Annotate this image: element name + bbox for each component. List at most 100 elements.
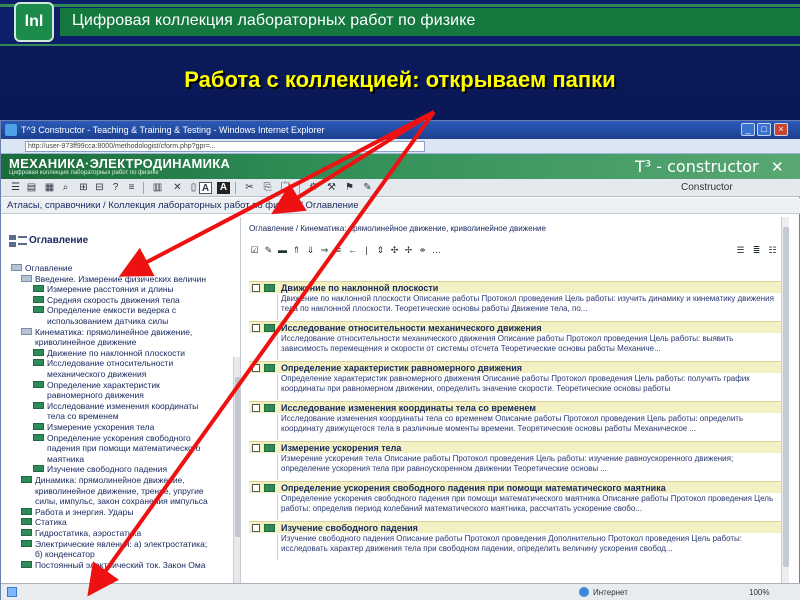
tool-icon-b[interactable]: ⚒ <box>325 182 338 194</box>
toc-item[interactable]: Исследование относительности <box>33 358 173 368</box>
expand-icon[interactable]: ⊞ <box>77 182 90 194</box>
table-icon[interactable]: ▥ <box>151 182 164 194</box>
list-icon[interactable]: ≣ <box>751 245 762 256</box>
app-toolbar: ☰ ▤ ▦ ⌕ ⊞ ⊟ ? ≡ ▥ ✕ ▯ A A ✂ ⎘ 📋 ⚙ ⚒ ⚑ ✎ … <box>1 179 800 197</box>
list-item: Исследование относительности механическо… <box>249 321 781 361</box>
toc-item[interactable]: Движение по наклонной плоскости <box>33 348 185 358</box>
toc-label: падения при помощи математического <box>47 443 201 454</box>
list-dense-icon[interactable]: ☰ <box>735 245 746 256</box>
address-input[interactable]: http://user-973ff99cca:8000/methodologis… <box>25 141 425 152</box>
list-item-title[interactable]: Исследование изменения координаты тела с… <box>281 403 536 413</box>
item-checkbox[interactable] <box>252 404 260 412</box>
item-checkbox[interactable] <box>252 284 260 292</box>
move-down-icon[interactable]: ⇓ <box>305 245 316 256</box>
tree-view-icon[interactable]: ▤ <box>25 182 38 194</box>
toc-item[interactable]: Измерение расстояния и длины <box>33 284 174 294</box>
list-item-title[interactable]: Исследование относительности механическо… <box>281 323 542 333</box>
document-icon <box>21 507 32 515</box>
app-logo: МЕХАНИКА·ЭЛЕКТРОДИНАМИКА <box>9 156 231 171</box>
item-checkbox[interactable] <box>252 324 260 332</box>
outline-icon[interactable]: ≡ <box>125 182 138 194</box>
toc-folder[interactable]: Кинематика: прямолинейное движение, <box>21 327 192 337</box>
item-divider <box>277 334 278 360</box>
list-item-title[interactable]: Определение ускорения свободного падения… <box>281 483 666 493</box>
toc-item[interactable]: Изучение свободного падения <box>33 464 167 474</box>
tool-icon-a[interactable]: ⚙ <box>307 182 320 194</box>
toc-item[interactable]: Измерение ускорения тела <box>33 422 154 432</box>
toc-item: механического движения <box>47 369 146 379</box>
toc-item[interactable]: Постоянный электрический ток. Закон Ома <box>21 560 205 570</box>
delete-icon[interactable]: ✕ <box>171 182 184 194</box>
list-view-icon[interactable]: ☰ <box>9 182 22 194</box>
toc-item[interactable]: Статика <box>21 517 67 527</box>
document-icon <box>33 306 44 314</box>
move-up-icon[interactable]: ⇑ <box>291 245 302 256</box>
item-divider <box>277 454 278 480</box>
breadcrumb: Атласы, справочники / Коллекция лаборато… <box>1 198 800 214</box>
toc-item[interactable]: Динамика: прямолинейное движение, <box>21 475 185 485</box>
outdent-icon[interactable]: ← <box>347 245 358 256</box>
expand-all-icon[interactable]: ⇕ <box>375 245 386 256</box>
tools-icon[interactable]: ✕ <box>771 158 784 176</box>
minimize-button[interactable]: _ <box>741 123 755 136</box>
toc-scrollbar[interactable] <box>233 357 240 587</box>
toc-label: Измерение ускорения тела <box>47 422 155 432</box>
toc-item[interactable]: Определение характеристик <box>33 380 160 390</box>
search-icon[interactable]: ⌕ <box>59 182 72 194</box>
list-wide-icon[interactable]: ☷ <box>767 245 778 256</box>
more-icon[interactable]: … <box>431 245 442 256</box>
tool-icon-c[interactable]: ⚑ <box>343 182 356 194</box>
toc-scroll-thumb[interactable] <box>235 377 240 537</box>
merge-icon[interactable]: ✣ <box>389 245 400 256</box>
edit-icon[interactable]: ✎ <box>263 245 274 256</box>
document-icon <box>33 401 44 409</box>
text-color-icon[interactable]: A <box>217 182 230 194</box>
maximize-button[interactable]: □ <box>757 123 771 136</box>
toc-item[interactable]: Исследование изменения координаты <box>33 401 198 411</box>
grid-view-icon[interactable]: ▦ <box>43 182 56 194</box>
item-checkbox[interactable] <box>252 364 260 372</box>
toc-item[interactable]: Определение ускорения свободного <box>33 433 191 443</box>
item-checkbox[interactable] <box>252 524 260 532</box>
toc-label: Статика <box>35 517 67 528</box>
list-item-title[interactable]: Измерение ускорения тела <box>281 443 401 453</box>
list-item-title[interactable]: Изучение свободного падения <box>281 523 418 533</box>
list-item-title[interactable]: Определение характеристик равномерного д… <box>281 363 522 373</box>
item-checkbox[interactable] <box>252 484 260 492</box>
toc-item: криволинейное движение, трение, упругие <box>35 486 204 496</box>
document-icon <box>33 359 44 367</box>
toc-folder[interactable]: Оглавление <box>11 263 72 273</box>
collapse-icon[interactable]: ⊟ <box>93 182 106 194</box>
toc-item: падения при помощи математического <box>47 443 200 453</box>
list-item-title[interactable]: Движение по наклонной плоскости <box>281 283 438 293</box>
toc-item[interactable]: Работа и энергия. Удары <box>21 507 133 517</box>
help-icon[interactable]: ? <box>109 182 122 194</box>
lab-work-icon <box>264 404 275 412</box>
document-icon <box>33 285 44 293</box>
text-style-icon[interactable]: A <box>199 182 212 194</box>
toc-item: силы, импульс, закон сохранения импульса <box>35 496 208 506</box>
open-icon[interactable]: ▬ <box>277 245 288 256</box>
split-icon[interactable]: ✢ <box>403 245 414 256</box>
toc-item[interactable]: Средняя скорость движения тела <box>33 295 180 305</box>
breadcrumb-text[interactable]: Атласы, справочники / Коллекция лаборато… <box>7 200 359 211</box>
copy-icon[interactable]: ⎘ <box>261 182 274 194</box>
toc-item[interactable]: Гидростатика, аэростатика <box>21 528 141 538</box>
content-scroll-thumb[interactable] <box>783 227 789 567</box>
tool-icon-d[interactable]: ✎ <box>361 182 374 194</box>
lab-work-icon <box>264 284 275 292</box>
close-button[interactable]: × <box>774 123 788 136</box>
move-right-icon[interactable]: ⇒ <box>319 245 330 256</box>
item-checkbox[interactable] <box>252 444 260 452</box>
toc-item[interactable]: Электрические явления: а) электростатика… <box>21 539 207 549</box>
content-scrollbar[interactable] <box>781 217 789 587</box>
toc-folder[interactable]: Введение. Измерение физических величин <box>21 274 206 284</box>
toc-item[interactable]: Определение емкости ведерка с <box>33 305 176 315</box>
check-all-icon[interactable]: ☑ <box>249 245 260 256</box>
link-icon[interactable]: ⚭ <box>417 245 428 256</box>
content-breadcrumb[interactable]: Оглавление / Кинематика: прямолинейное д… <box>249 224 546 233</box>
cut-icon[interactable]: ✂ <box>243 182 256 194</box>
indent-icon[interactable]: ≡ <box>333 245 344 256</box>
paste-icon[interactable]: 📋 <box>279 182 292 194</box>
zoom-level[interactable]: 100% <box>749 588 769 597</box>
